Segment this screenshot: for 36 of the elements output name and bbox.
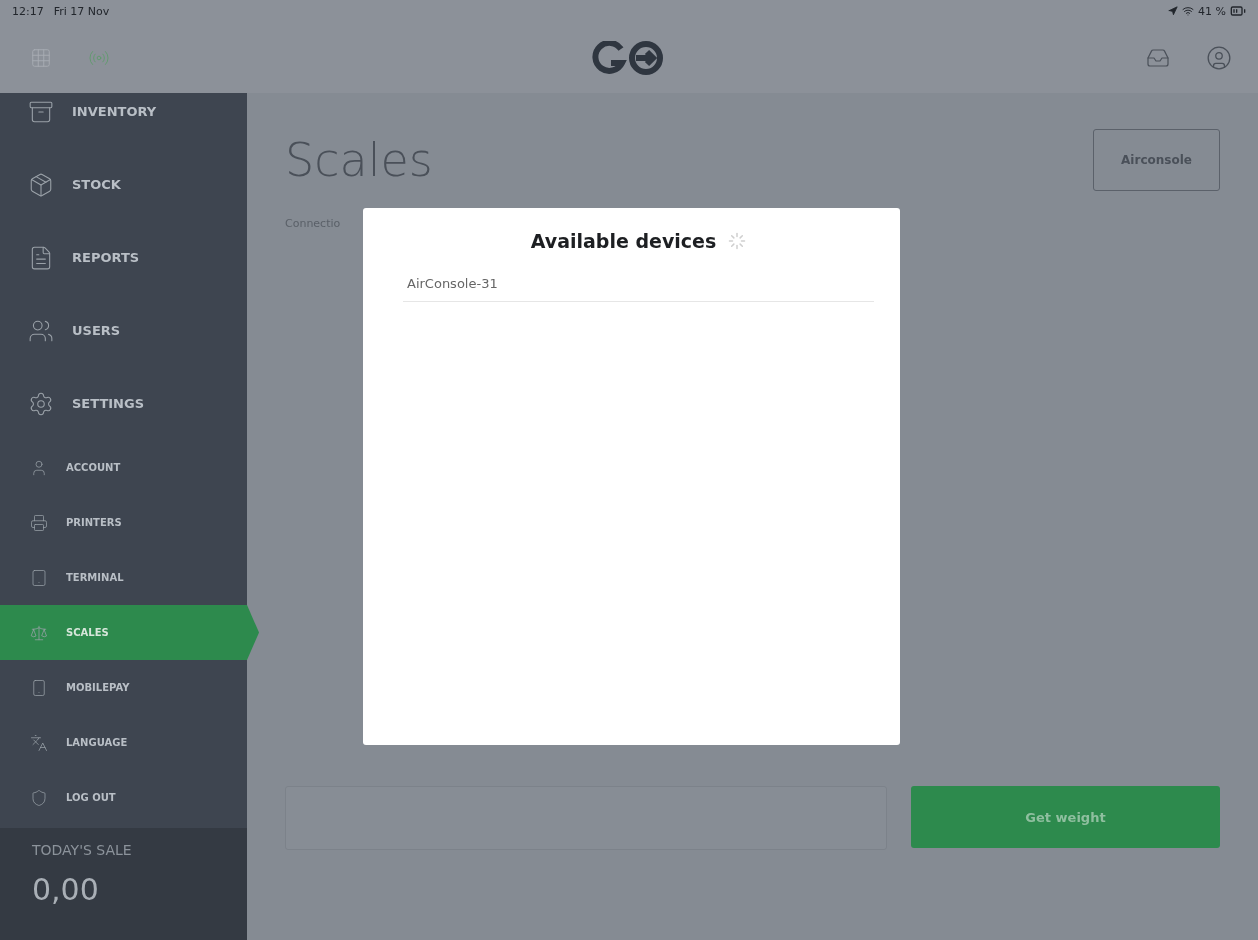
box-icon bbox=[28, 171, 54, 198]
sidebar-item[interactable]: ACCOUNT bbox=[0, 440, 259, 495]
spinner-icon bbox=[728, 232, 747, 250]
profile-icon[interactable] bbox=[1206, 44, 1232, 71]
sidebar-item[interactable]: TERMINAL bbox=[0, 550, 259, 605]
todays-sale-label: TODAY'S SALE bbox=[32, 842, 133, 858]
sidebar-item[interactable]: MOBILEPAY bbox=[0, 660, 259, 715]
tablet-icon bbox=[30, 568, 48, 587]
sidebar-item[interactable]: SETTINGS bbox=[0, 367, 259, 440]
sidebar-item[interactable]: STOCK bbox=[0, 148, 259, 221]
sidebar-item[interactable]: PRINTERS bbox=[0, 495, 259, 550]
sidebar-item[interactable]: LOG OUT bbox=[0, 770, 259, 825]
dialog-title: Available devices bbox=[530, 230, 717, 252]
sidebar-item[interactable]: USERS bbox=[0, 294, 259, 367]
todays-sale-amount: 0,00 bbox=[32, 872, 100, 907]
scale-icon bbox=[30, 623, 48, 642]
shield-icon bbox=[30, 788, 48, 807]
page-title: Scales bbox=[285, 133, 433, 187]
user-icon bbox=[30, 458, 48, 477]
battery-icon bbox=[1230, 3, 1246, 19]
device-item[interactable]: AirConsole-31 bbox=[403, 252, 874, 302]
battery-percent: 41 % bbox=[1198, 4, 1226, 18]
location-icon bbox=[1168, 6, 1179, 16]
sidebar-item[interactable]: SCALES bbox=[0, 605, 259, 660]
printer-icon bbox=[30, 513, 48, 532]
language-icon bbox=[30, 733, 48, 752]
sidebar-item[interactable]: INVENTORY bbox=[0, 75, 259, 148]
sidebar-item[interactable]: LANGUAGE bbox=[0, 715, 259, 770]
status-date: Fri 17 Nov bbox=[53, 4, 110, 18]
gear-icon bbox=[28, 390, 54, 417]
logo-icon bbox=[591, 40, 665, 75]
grid-icon[interactable] bbox=[30, 46, 52, 69]
phone-icon bbox=[30, 678, 48, 697]
wifi-icon bbox=[1182, 5, 1195, 17]
sidebar-item[interactable]: REPORTS bbox=[0, 221, 259, 294]
status-time: 12:17 bbox=[12, 4, 44, 18]
